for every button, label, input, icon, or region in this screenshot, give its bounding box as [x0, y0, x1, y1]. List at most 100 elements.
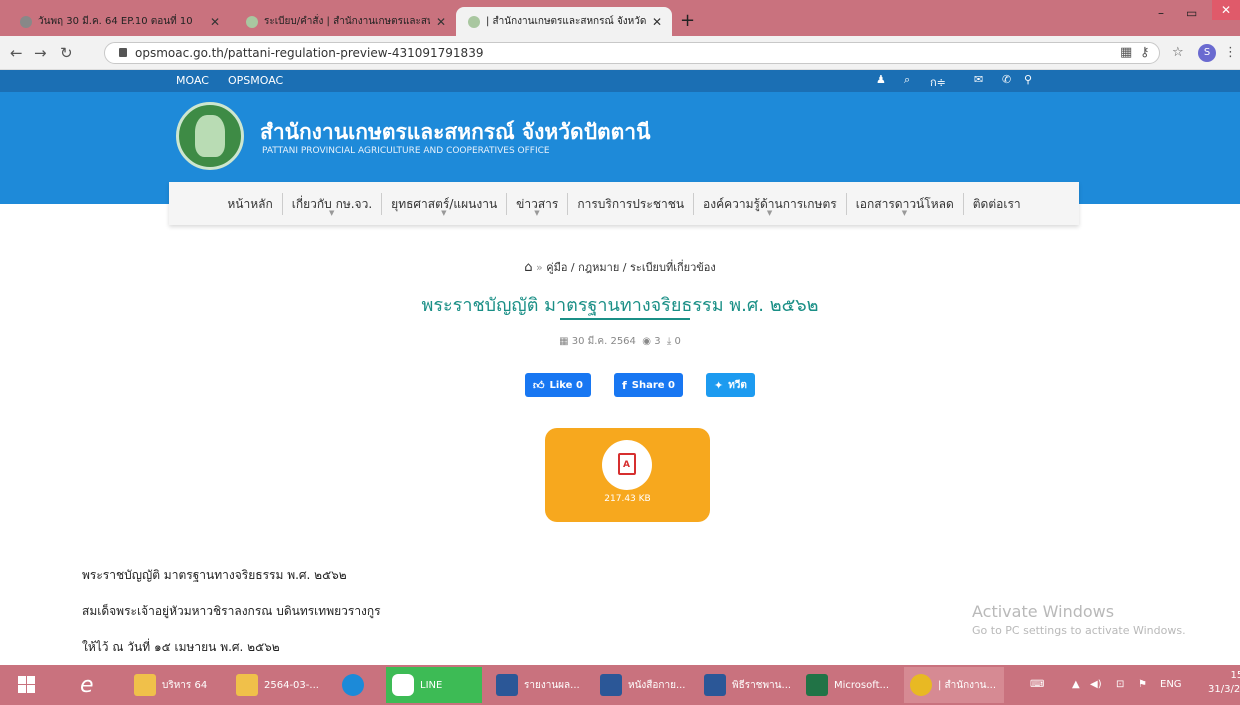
pdf-download-card[interactable]: A 217.43 KB — [545, 428, 710, 522]
keyboard-icon[interactable]: ⌨ — [1030, 679, 1044, 690]
logo-emblem — [195, 115, 225, 157]
word-icon — [704, 674, 726, 696]
pdf-file-icon: A — [618, 453, 636, 475]
site-title-th: สำนักงานเกษตรและสหกรณ์ จังหวัดปัตตานี — [260, 120, 651, 144]
link-opsmoac[interactable]: OPSMOAC — [228, 74, 283, 87]
menu-label: การบริการประชาชน — [577, 196, 685, 211]
breadcrumb: ⌂ » คู่มือ / กฎหมาย / ระเบียบที่เกี่ยวข้… — [0, 258, 1240, 276]
profile-avatar[interactable]: S — [1198, 44, 1216, 62]
menu-label: ติดต่อเรา — [972, 196, 1021, 211]
taskbar-item-word-1[interactable]: รายงานผล... — [490, 667, 588, 703]
bookmark-star-icon[interactable]: ☆ — [1172, 45, 1184, 60]
taskbar-item-line[interactable]: LINE — [386, 667, 482, 703]
menu-item-contact[interactable]: ติดต่อเรา — [964, 193, 1030, 215]
breadcrumb-separator: » — [535, 261, 547, 274]
network-icon[interactable]: ⊡ — [1116, 679, 1124, 690]
volume-icon[interactable]: ◀) — [1090, 679, 1102, 690]
forward-icon[interactable]: → — [34, 44, 47, 62]
close-tab-icon[interactable]: ✕ — [210, 15, 220, 29]
taskbar-label: หนังสือกาย... — [628, 679, 686, 691]
taskbar-label: บริหาร 64 — [162, 679, 208, 691]
restore-icon[interactable]: ▭ — [1186, 6, 1197, 20]
menu-item-home[interactable]: หน้าหลัก — [218, 192, 283, 215]
close-tab-icon[interactable]: ✕ — [436, 15, 446, 29]
taskbar-label: 2564-03-... — [264, 679, 319, 691]
chevron-down-icon: ▼ — [441, 208, 447, 217]
chevron-down-icon: ▼ — [328, 208, 335, 217]
download-count: 0 — [674, 336, 681, 347]
main-menu: หน้าหลัก เกี่ยวกับ กษ.จว. ▼ ยุทธศาสตร์/แผ… — [169, 182, 1079, 225]
link-moac[interactable]: MOAC — [176, 74, 209, 87]
chevron-down-icon: ▼ — [534, 208, 540, 217]
home-icon[interactable]: ⌂ — [524, 260, 532, 275]
chevron-down-icon: ▼ — [766, 208, 773, 217]
taskbar-item-folder-2[interactable]: 2564-03-... — [230, 667, 326, 703]
post-date: 30 มี.ค. 2564 — [571, 336, 636, 347]
taskbar-item-word-3[interactable]: พิธีราชพาน... — [698, 667, 796, 703]
facebook-share-button[interactable]: f Share 0 — [614, 373, 684, 397]
site-logo[interactable] — [176, 102, 244, 170]
phone-icon[interactable]: ✆ — [1002, 73, 1011, 86]
tweet-label: ทวีต — [728, 379, 747, 391]
close-tab-icon[interactable]: ✕ — [652, 15, 662, 29]
breadcrumb-link[interactable]: คู่มือ / กฎหมาย / ระเบียบที่เกี่ยวข้อง — [546, 261, 716, 274]
tab-favicon-icon — [246, 15, 258, 28]
like-label: Like 0 — [549, 379, 583, 391]
content-paragraph: สมเด็จพระเจ้าอยู่หัวมหาวชิราลงกรณ บดินทร… — [82, 604, 381, 618]
menu-item-news[interactable]: ข่าวสาร ▼ — [507, 192, 569, 217]
taskbar-label: | สำนักงาน... — [938, 679, 997, 691]
browser-tab-3-active[interactable]: | สำนักงานเกษตรและสหกรณ์ จังหวัดปั ✕ — [456, 7, 672, 36]
title-underline — [560, 318, 690, 320]
clock-time: 15:35 — [1230, 670, 1240, 681]
menu-dots-icon[interactable]: ⋮ — [1224, 45, 1237, 60]
url-input[interactable]: opsmoac.go.th/pattani-regulation-preview… — [104, 42, 1160, 64]
browser-tab-2[interactable]: ระเบียบ/คำสั่ง | สำนักงานเกษตรและสหกรณ์ … — [234, 7, 456, 36]
activate-windows-subtitle: Go to PC settings to activate Windows. — [972, 624, 1186, 637]
tweet-button[interactable]: ✦ ทวีต — [706, 373, 755, 397]
tab-favicon-icon — [468, 15, 480, 28]
taskbar-item-chrome[interactable]: | สำนักงาน... — [904, 667, 1004, 703]
activate-windows-title: Activate Windows — [972, 602, 1115, 621]
browser-tab-1[interactable]: วันพฤ 30 มี.ค. 64 EP.10 ตอนที่ 10 ✕ — [8, 7, 230, 36]
tab-title: ระเบียบ/คำสั่ง | สำนักงานเกษตรและสหกรณ์ — [264, 16, 430, 27]
calendar-icon: ▦ — [559, 336, 569, 347]
new-tab-button[interactable]: + — [680, 10, 695, 31]
clock-date: 31/3/2564 — [1208, 684, 1240, 695]
facebook-like-button[interactable]: 👍︎ Like 0 — [525, 373, 591, 397]
user-icon[interactable]: ♟ — [876, 73, 886, 86]
menu-item-about[interactable]: เกี่ยวกับ กษ.จว. ▼ — [283, 192, 383, 217]
mail-icon[interactable]: ✉ — [974, 73, 983, 86]
edge-icon[interactable] — [336, 667, 376, 703]
facebook-icon: f — [622, 378, 627, 392]
menu-item-services[interactable]: การบริการประชาชน — [568, 192, 695, 215]
view-count: 3 — [654, 336, 661, 347]
close-window-icon[interactable]: ✕ — [1212, 0, 1240, 20]
tab-title: | สำนักงานเกษตรและสหกรณ์ จังหวัดปั — [486, 16, 646, 27]
language-indicator[interactable]: ENG — [1160, 679, 1182, 690]
back-icon[interactable]: ← — [10, 44, 23, 62]
key-icon[interactable]: ⚷ — [1140, 45, 1150, 60]
ie-icon[interactable]: e — [74, 667, 100, 703]
folder-icon — [236, 674, 258, 696]
folder-icon — [134, 674, 156, 696]
taskbar-item-folder-1[interactable]: บริหาร 64 — [128, 667, 224, 703]
reload-icon[interactable]: ↻ — [60, 44, 73, 62]
taskbar-item-word-2[interactable]: หนังสือกาย... — [594, 667, 692, 703]
qr-icon[interactable]: ▦ — [1120, 45, 1132, 60]
twitter-bird-icon: ✦ — [714, 378, 724, 392]
excel-icon — [806, 674, 828, 696]
windows-start-icon[interactable] — [18, 676, 35, 693]
search-icon[interactable]: ⌕ — [904, 73, 910, 87]
taskbar-item-excel[interactable]: Microsoft... — [800, 667, 898, 703]
minimize-icon[interactable]: – — [1158, 6, 1164, 20]
map-pin-icon[interactable]: ⚲ — [1024, 73, 1032, 86]
menu-item-downloads[interactable]: เอกสารดาวน์โหลด ▼ — [847, 192, 964, 217]
menu-item-strategy[interactable]: ยุทธศาสตร์/แผนงาน ▼ — [382, 192, 508, 217]
tray-chevron-icon[interactable]: ▲ — [1072, 679, 1080, 690]
taskbar-label: LINE — [420, 679, 443, 691]
language-toggle[interactable]: ก≑ — [930, 73, 946, 91]
menu-item-knowledge[interactable]: องค์ความรู้ด้านการเกษตร ▼ — [694, 192, 847, 217]
file-size: 217.43 KB — [604, 494, 651, 504]
flag-icon[interactable]: ⚑ — [1138, 679, 1147, 690]
system-clock[interactable]: 15:35 31/3/2564 — [1208, 669, 1240, 697]
